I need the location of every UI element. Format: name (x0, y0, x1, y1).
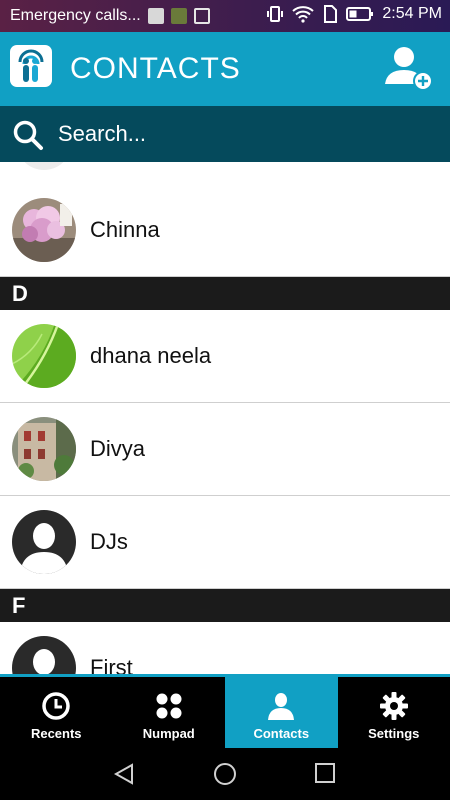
search-input[interactable] (56, 116, 430, 152)
tab-label: Recents (30, 726, 82, 741)
tab-label: Contacts (253, 726, 310, 741)
avatar (12, 417, 76, 481)
avatar (12, 324, 76, 388)
gear-icon (379, 692, 408, 720)
contact-name: DJs (90, 529, 128, 554)
list-item[interactable]: DJs (0, 496, 450, 589)
tab-contacts[interactable]: Contacts (225, 677, 338, 748)
list-item[interactable]: Divya (0, 403, 450, 496)
clock-icon (42, 692, 70, 720)
app-logo-icon (10, 45, 52, 87)
search-bar (0, 106, 450, 162)
contact-name: First (90, 655, 133, 674)
battery-icon (346, 7, 374, 21)
tab-label: Settings (368, 726, 420, 741)
sim-icon (324, 5, 338, 23)
list-item[interactable]: dhana neela (0, 310, 450, 403)
vibrate-icon (267, 6, 284, 22)
image-icon (194, 8, 210, 24)
page-title: CONTACTS (70, 52, 241, 85)
list-item[interactable]: First (0, 622, 450, 674)
app-bar: CONTACTS (0, 32, 450, 106)
section-header-d: D (0, 277, 450, 310)
add-contact-button[interactable] (382, 44, 434, 92)
add-contact-icon (385, 47, 433, 91)
avatar (18, 162, 70, 170)
avatar (12, 636, 76, 674)
avatar (12, 198, 76, 262)
home-icon[interactable] (213, 762, 237, 786)
avatar (12, 510, 76, 574)
carrier-text: Emergency calls... (10, 7, 141, 24)
back-icon[interactable] (112, 762, 136, 786)
notification-icon-2 (171, 8, 187, 24)
status-bar: Emergency calls... 2:54 PM (0, 0, 450, 32)
recents-icon[interactable] (314, 762, 336, 784)
contact-list[interactable]: Chinna D dhana neela Divya DJs F First (0, 162, 450, 674)
list-item[interactable]: Chinna (0, 184, 450, 277)
numpad-icon (156, 693, 182, 719)
notification-icon-1 (148, 8, 164, 24)
wifi-icon (292, 6, 315, 23)
contact-name: Divya (90, 436, 146, 461)
contact-name: dhana neela (90, 343, 212, 368)
tab-label: Numpad (142, 726, 195, 741)
system-nav-bar (0, 748, 450, 800)
search-icon[interactable] (12, 119, 44, 151)
contact-name: Chinna (90, 217, 160, 242)
section-header-f: F (0, 589, 450, 622)
list-item[interactable] (0, 162, 450, 185)
tab-numpad[interactable]: Numpad (113, 677, 226, 748)
person-icon (268, 693, 295, 720)
tab-recents[interactable]: Recents (0, 677, 113, 748)
clock-time: 2:54 PM (382, 5, 442, 22)
tab-settings[interactable]: Settings (338, 677, 450, 748)
bottom-nav: Recents Numpad Contacts Settings (0, 674, 450, 748)
